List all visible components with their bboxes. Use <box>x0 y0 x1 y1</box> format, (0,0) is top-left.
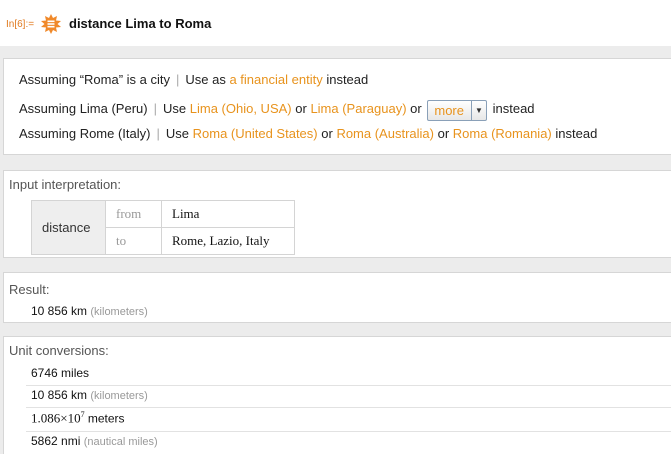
result-pod: Result: 10 856 km (kilometers) <box>3 272 671 323</box>
lima-ohio-link[interactable]: Lima (Ohio, USA) <box>190 101 292 116</box>
to-value: Rome, Lazio, Italy <box>161 227 295 255</box>
separator: | <box>156 126 160 141</box>
roma-romania-link[interactable]: Roma (Romania) <box>453 126 552 141</box>
more-label: more <box>434 103 464 118</box>
conversion-unit: (nautical miles) <box>83 436 158 448</box>
conversion-nmi: 5862 nmi (nautical miles) <box>31 434 158 448</box>
table-row: distance from Lima <box>31 200 295 255</box>
divider <box>26 431 671 432</box>
base: 10 <box>67 410 81 426</box>
input-bar: In[6]:= distance Lima to Roma <box>0 0 671 46</box>
assumption-rome: Assuming Rome (Italy) | Use Roma (United S… <box>19 126 597 141</box>
conversion-value: 5862 nmi <box>31 434 81 448</box>
more-dropdown[interactable]: more ▼ <box>427 100 487 121</box>
instead-text: instead <box>492 100 535 116</box>
interpretation-key: distance <box>31 200 106 255</box>
lima-paraguay-link[interactable]: Lima (Paraguay) <box>310 101 406 116</box>
pod-title: Result: <box>9 282 50 297</box>
conversion-unit: (kilometers) <box>90 390 148 402</box>
pod-title: Input interpretation: <box>9 177 122 192</box>
assumption-text: Assuming Rome (Italy) <box>19 126 151 141</box>
interpretation-table: distance from Lima to Rome, Lazio, Italy <box>31 200 295 255</box>
result-number: 10 856 km <box>31 304 88 318</box>
input-interpretation-pod: Input interpretation: distance from Lima… <box>3 170 671 258</box>
roma-us-link[interactable]: Roma (United States) <box>193 126 318 141</box>
separator: | <box>175 72 180 87</box>
conversion-km: 10 856 km (kilometers) <box>31 388 148 402</box>
assumption-lima: Assuming Lima (Peru) | Use Lima (Ohio, USA… <box>19 99 535 121</box>
conversion-unit: meters <box>87 411 125 426</box>
from-label: from <box>105 200 162 228</box>
or-text: or <box>410 100 422 116</box>
or-text: or <box>321 126 333 141</box>
unit-conversions-pod: Unit conversions: 6746 miles 10 856 km (… <box>3 336 671 454</box>
exponent: 7 <box>80 410 85 419</box>
separator: | <box>153 100 157 116</box>
assumption-roma: Assuming “Roma” is a city | Use as a finan… <box>19 72 368 87</box>
conversion-value: 10 856 km <box>31 388 88 402</box>
conversion-value: 6746 miles <box>31 366 90 380</box>
wolfram-alpha-icon[interactable] <box>41 14 61 34</box>
assumption-text: Assuming Lima (Peru) <box>19 100 148 116</box>
assumptions-pod: Assuming “Roma” is a city | Use as a finan… <box>3 58 671 155</box>
conversion-meters: 1.086×107 meters <box>31 410 125 426</box>
result-value: 10 856 km (kilometers) <box>31 304 148 318</box>
divider <box>26 407 671 408</box>
input-label: In[6]:= <box>6 19 35 30</box>
to-label: to <box>105 227 162 255</box>
use-text: Use <box>163 100 187 116</box>
use-text: Use <box>165 126 189 141</box>
assumption-text: Assuming “Roma” is a city <box>19 72 170 87</box>
or-text: or <box>295 100 307 116</box>
result-unit: (kilometers) <box>90 306 148 318</box>
pod-title: Unit conversions: <box>9 343 109 358</box>
from-value: Lima <box>161 200 295 228</box>
chevron-down-icon: ▼ <box>470 101 486 120</box>
financial-entity-link[interactable]: a financial entity <box>229 72 322 87</box>
divider <box>26 385 671 386</box>
use-as-text: Use as <box>185 72 226 87</box>
instead-text: instead <box>555 126 598 141</box>
conversion-miles: 6746 miles <box>31 366 89 380</box>
mantissa: 1.086 <box>31 410 61 426</box>
or-text: or <box>437 126 450 141</box>
instead-text: instead <box>326 72 369 87</box>
times-sign: × <box>60 410 68 426</box>
roma-australia-link[interactable]: Roma (Australia) <box>336 126 434 141</box>
query-text[interactable]: distance Lima to Roma <box>69 16 211 31</box>
